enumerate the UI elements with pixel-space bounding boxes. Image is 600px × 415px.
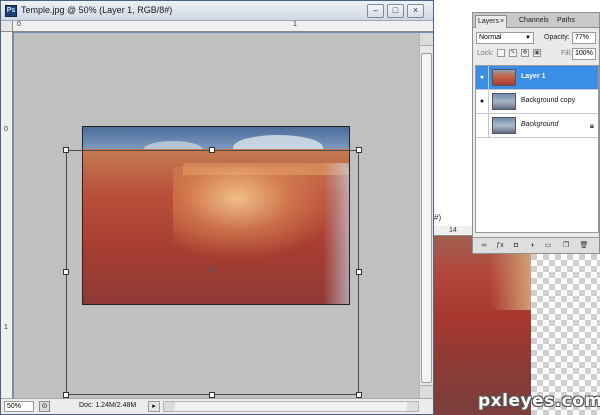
transform-handle-top-left[interactable]	[63, 147, 69, 153]
second-document-ruler-number: 14	[449, 227, 457, 234]
layer-list[interactable]: ● Layer 1 ● Background copy Background 🔒…	[475, 65, 599, 233]
link-icon[interactable]: ∞	[479, 241, 489, 251]
second-document-title-fragment: #)	[434, 213, 442, 222]
ruler-top-number: 0	[17, 21, 21, 28]
lock-transparency-icon[interactable]	[497, 49, 505, 57]
panel-tab-bar: Layers× Channels Paths	[473, 13, 599, 28]
status-info-icon[interactable]: ⊙	[39, 401, 50, 412]
tab-channels[interactable]: Channels	[517, 15, 551, 28]
vertical-ruler[interactable]: 0 1	[1, 32, 13, 398]
blend-mode-value: Normal	[479, 34, 502, 41]
document-size-info: Doc: 1.24M/2.48M	[79, 402, 137, 409]
transform-handle-right[interactable]	[356, 269, 362, 275]
ruler-left-number: 0	[4, 126, 8, 133]
chevron-down-icon: ▼	[525, 35, 531, 41]
watermark-logo: pxleyes.com	[478, 391, 600, 411]
horizontal-ruler[interactable]: 0 1	[13, 21, 433, 32]
lock-position-icon[interactable]: ✥	[521, 49, 529, 57]
layer-row-background-copy[interactable]: ● Background copy	[476, 90, 598, 114]
horizontal-scrollbar[interactable]	[163, 401, 419, 412]
layer-name: Background	[521, 121, 559, 128]
vertical-scroll-thumb[interactable]	[421, 53, 432, 383]
blend-mode-select[interactable]: Normal ▼	[476, 32, 534, 44]
transform-handle-top[interactable]	[209, 147, 215, 153]
status-menu-arrow-icon[interactable]: ▸	[148, 401, 160, 412]
tab-layers[interactable]: Layers×	[475, 15, 508, 28]
maximize-button[interactable]: □	[387, 4, 404, 18]
scroll-up-button[interactable]	[420, 33, 433, 46]
ruler-top-number: 1	[293, 21, 297, 28]
layer-name: Background copy	[521, 97, 576, 104]
layer-name: Layer 1	[521, 73, 546, 80]
status-bar: 50% ⊙ Doc: 1.24M/2.48M ▸	[1, 398, 433, 414]
layer-thumbnail	[492, 117, 516, 134]
scroll-right-button[interactable]	[407, 402, 418, 411]
photoshop-icon: Ps	[5, 5, 17, 17]
opacity-label: Opacity:	[544, 34, 570, 41]
layer-row-background[interactable]: Background 🔒︎	[476, 114, 598, 138]
minimize-button[interactable]: –	[367, 4, 384, 18]
document-window[interactable]: Ps Temple.jpg @ 50% (Layer 1, RGB/8#) – …	[0, 0, 434, 415]
transform-handle-left[interactable]	[63, 269, 69, 275]
layer-thumbnail	[492, 93, 516, 110]
ruler-left-number: 1	[4, 324, 8, 331]
tab-close-icon[interactable]: ×	[500, 18, 504, 25]
scroll-left-button[interactable]	[164, 402, 175, 411]
tab-paths[interactable]: Paths	[555, 15, 577, 28]
new-layer-icon[interactable]: ❐	[561, 241, 571, 251]
zoom-level-field[interactable]: 50%	[4, 401, 34, 412]
trash-icon[interactable]: 🗑︎	[579, 241, 589, 251]
tab-layers-label: Layers	[478, 18, 500, 25]
layer-thumbnail	[492, 69, 516, 86]
eye-icon[interactable]: ●	[476, 66, 489, 89]
lock-paint-icon[interactable]: ✎	[509, 49, 517, 57]
document-title: Temple.jpg @ 50% (Layer 1, RGB/8#)	[21, 5, 173, 15]
eye-icon[interactable]: ●	[476, 90, 489, 113]
vertical-scrollbar[interactable]	[419, 33, 433, 398]
second-document-stone-highlight	[490, 250, 531, 310]
ruler-origin[interactable]	[1, 21, 13, 32]
opacity-field[interactable]: 77%	[572, 32, 596, 44]
transform-pivot-icon[interactable]: ⊕	[207, 266, 217, 276]
lock-all-icon[interactable]: ▣	[533, 49, 541, 57]
eye-hidden-icon[interactable]	[476, 114, 489, 137]
adjustment-icon[interactable]: ◑	[527, 241, 537, 251]
fill-label: Fill:	[561, 50, 572, 57]
folder-icon[interactable]: ▭	[543, 241, 553, 251]
lock-label: Lock:	[477, 50, 494, 57]
document-titlebar[interactable]: Ps Temple.jpg @ 50% (Layer 1, RGB/8#) – …	[1, 1, 433, 21]
transparency-checkerboard	[531, 236, 600, 415]
fx-icon[interactable]: ƒx	[495, 241, 505, 251]
scroll-down-button[interactable]	[420, 385, 433, 398]
close-button[interactable]: ×	[407, 4, 424, 18]
fill-field[interactable]: 100%	[572, 48, 596, 60]
layer-row-layer-1[interactable]: ● Layer 1	[476, 66, 598, 90]
transform-handle-top-right[interactable]	[356, 147, 362, 153]
mask-icon[interactable]: ◘	[511, 241, 521, 251]
lock-icon: 🔒︎	[589, 121, 594, 130]
layers-panel[interactable]: Layers× Channels Paths Normal ▼ Opacity:…	[472, 12, 600, 254]
layers-panel-footer: ∞ ƒx ◘ ◑ ▭ ❐ 🗑︎	[473, 237, 599, 253]
